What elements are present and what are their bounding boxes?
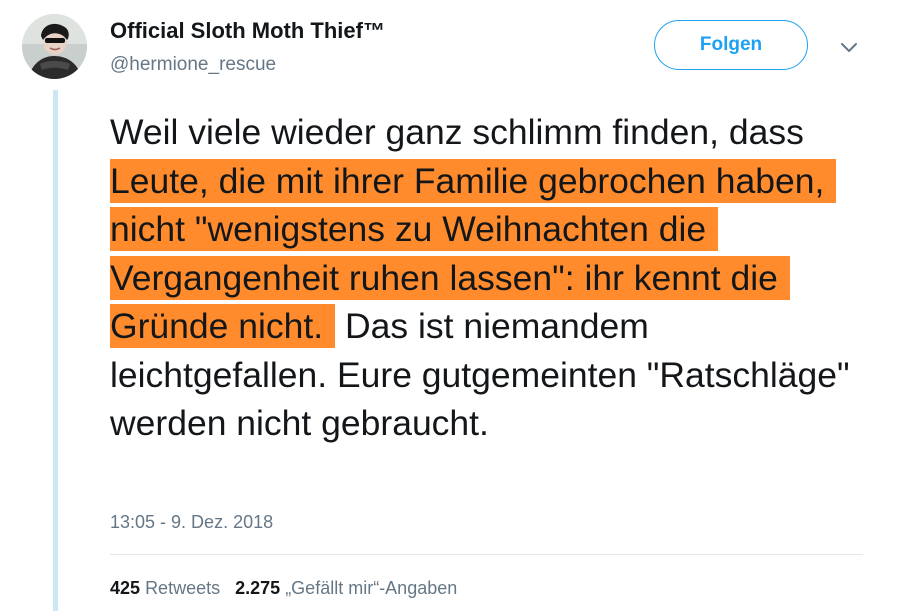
retweets-count: 425: [110, 578, 141, 598]
avatar-image: [22, 14, 87, 79]
divider: [110, 554, 863, 555]
follow-button[interactable]: Folgen: [654, 20, 808, 70]
chevron-down-icon[interactable]: [838, 36, 860, 58]
tweet-timestamp[interactable]: 13:05 - 9. Dez. 2018: [110, 512, 273, 533]
tweet-text-plain: Weil viele wieder ganz schlimm finden, d…: [110, 112, 804, 152]
likes-label: „Gefällt mir“-Angaben: [285, 578, 458, 598]
display-name[interactable]: Official Sloth Moth Thief™: [110, 18, 385, 44]
tweet-text: Weil viele wieder ganz schlimm finden, d…: [110, 108, 870, 448]
user-handle[interactable]: @hermione_rescue: [110, 54, 276, 76]
likes-count: 2.275: [235, 578, 281, 598]
thread-line: [53, 90, 58, 611]
likes-stat[interactable]: 2.275 „Gefällt mir“-Angaben: [235, 578, 457, 598]
avatar[interactable]: [22, 14, 87, 79]
tweet-stats: 425 Retweets 2.275 „Gefällt mir“-Angaben: [110, 578, 457, 599]
retweets-stat[interactable]: 425 Retweets: [110, 578, 220, 598]
retweets-label: Retweets: [145, 578, 221, 598]
